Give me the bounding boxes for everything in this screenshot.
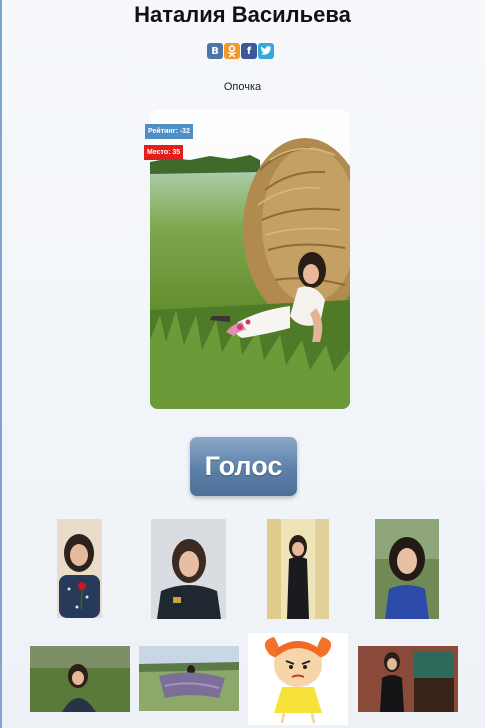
place-badge: Место: 35 [144, 145, 184, 160]
thumb-cartoon-girl[interactable] [248, 633, 348, 725]
thumb-woman-black-dress[interactable] [267, 519, 329, 619]
page-title: Наталия Васильева [134, 2, 351, 27]
left-border [0, 0, 2, 728]
odnoklassniki-icon[interactable] [224, 43, 240, 59]
thumb-woman-uniform[interactable] [151, 519, 226, 619]
vote-button[interactable]: Голос [190, 437, 297, 496]
twitter-icon[interactable] [258, 43, 274, 59]
thumb-woman-rose[interactable] [57, 519, 102, 618]
thumb-woman-aquarium[interactable] [358, 646, 458, 712]
facebook-icon[interactable]: f [241, 43, 257, 59]
rating-badge: Рейтинг: -32 [145, 124, 193, 139]
share-buttons: В f [207, 43, 274, 59]
thumb-woman-field-scarf[interactable] [139, 646, 239, 711]
thumb-woman-blue-dress[interactable] [375, 519, 439, 619]
vk-icon[interactable]: В [207, 43, 223, 59]
thumb-woman-hay[interactable] [30, 646, 130, 712]
city-label: Опочка [223, 81, 262, 93]
